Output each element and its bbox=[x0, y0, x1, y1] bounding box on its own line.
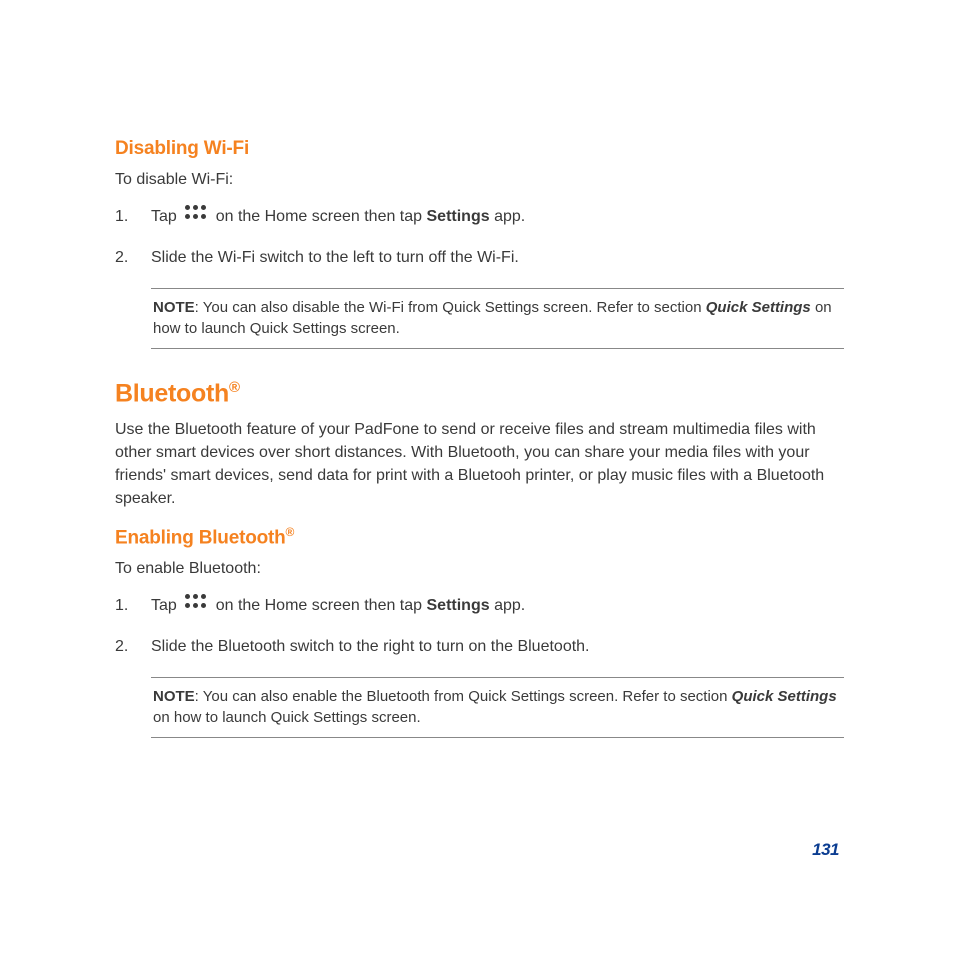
heading-bluetooth: Bluetooth® bbox=[115, 379, 844, 408]
step-text: on the Home screen then tap bbox=[211, 597, 426, 614]
intro-wifi-disable: To disable Wi-Fi: bbox=[115, 168, 844, 191]
note-label: NOTE bbox=[153, 299, 195, 316]
list-item: Tap on the Home screen then tap Settings… bbox=[115, 594, 844, 617]
allapps-icon bbox=[183, 208, 207, 222]
list-item: Slide the Bluetooth switch to the right … bbox=[115, 635, 844, 658]
note-label: NOTE bbox=[153, 688, 195, 705]
registered-mark: ® bbox=[286, 525, 295, 539]
registered-mark: ® bbox=[229, 379, 240, 396]
step-text: app. bbox=[490, 208, 526, 225]
heading-text: Enabling Bluetooth bbox=[115, 527, 286, 548]
heading-disabling-wifi: Disabling Wi-Fi bbox=[115, 138, 844, 160]
heading-enabling-bluetooth: Enabling Bluetooth® bbox=[115, 525, 844, 549]
note-text: : You can also enable the Bluetooth from… bbox=[195, 688, 732, 705]
note-text: on how to launch Quick Settings screen. bbox=[153, 709, 421, 726]
intro-bluetooth-enable: To enable Bluetooth: bbox=[115, 557, 844, 580]
note-bluetooth-enable: NOTE: You can also enable the Bluetooth … bbox=[151, 677, 844, 738]
heading-text: Bluetooth bbox=[115, 379, 229, 407]
allapps-icon bbox=[183, 597, 207, 611]
page-number: 131 bbox=[812, 840, 839, 860]
step-text: app. bbox=[490, 597, 526, 614]
step-text: on the Home screen then tap bbox=[211, 208, 426, 225]
step-text: Tap bbox=[151, 208, 181, 225]
note-wifi-disable: NOTE: You can also disable the Wi-Fi fro… bbox=[151, 288, 844, 349]
step-text: Settings bbox=[427, 597, 490, 614]
note-text: : You can also disable the Wi-Fi from Qu… bbox=[195, 299, 706, 316]
note-em: Quick Settings bbox=[706, 299, 811, 316]
list-item: Slide the Wi-Fi switch to the left to tu… bbox=[115, 246, 844, 269]
step-text: Tap bbox=[151, 597, 181, 614]
steps-bluetooth-enable: Tap on the Home screen then tap Settings… bbox=[115, 594, 844, 658]
steps-wifi-disable: Tap on the Home screen then tap Settings… bbox=[115, 205, 844, 269]
list-item: Tap on the Home screen then tap Settings… bbox=[115, 205, 844, 228]
note-em: Quick Settings bbox=[732, 688, 837, 705]
step-text: Settings bbox=[427, 208, 490, 225]
intro-bluetooth: Use the Bluetooth feature of your PadFon… bbox=[115, 418, 844, 511]
